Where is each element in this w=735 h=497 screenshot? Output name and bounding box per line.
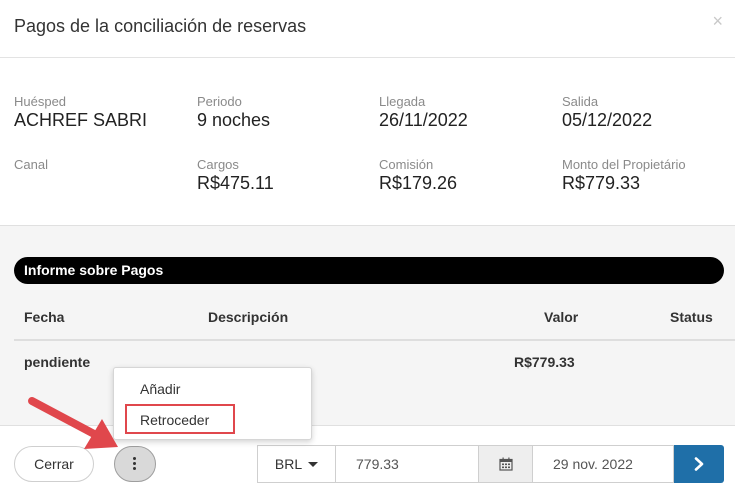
arrival-label: Llegada [379, 94, 426, 109]
currency-value: BRL [274, 456, 303, 472]
annotation-arrow-icon [28, 397, 118, 449]
caret-down-icon [308, 461, 319, 467]
calendar-button[interactable] [479, 446, 533, 482]
menu-item-anadir[interactable]: Añadir [140, 381, 180, 397]
date-input[interactable] [533, 446, 673, 482]
col-header-fecha: Fecha [24, 309, 65, 325]
col-header-status: Status [670, 309, 713, 325]
row-valor: R$779.33 [514, 354, 575, 370]
arrival-field: Llegada 26/11/2022 [379, 94, 468, 131]
chevron-right-icon [694, 457, 704, 471]
submit-next-button[interactable] [674, 445, 724, 483]
table-header-divider [14, 339, 735, 341]
channel-field: Canal [14, 157, 48, 172]
row-fecha: pendiente [24, 354, 91, 370]
commission-field: Comisión R$179.26 [379, 157, 457, 194]
channel-label: Canal [14, 157, 48, 172]
calendar-icon [498, 457, 513, 471]
modal-header: Pagos de la conciliación de reservas × [0, 0, 735, 58]
close-icon[interactable]: × [712, 11, 723, 32]
departure-value: 05/12/2022 [562, 110, 653, 130]
owner-amount-value: R$779.33 [562, 173, 641, 193]
reservation-info: Huésped ACHREF SABRI Periodo 9 noches Ll… [0, 58, 735, 225]
col-header-valor: Valor [544, 309, 579, 325]
payment-controls: BRL [257, 445, 674, 483]
guest-field: Huésped ACHREF SABRI [14, 94, 147, 131]
departure-field: Salida 05/12/2022 [562, 94, 652, 131]
payments-report-title: Informe sobre Pagos [24, 262, 164, 278]
col-header-descripcion: Descripción [208, 309, 289, 325]
charges-value: R$475.11 [197, 173, 274, 193]
commission-label: Comisión [379, 157, 434, 172]
charges-label: Cargos [197, 157, 239, 172]
arrival-value: 26/11/2022 [379, 110, 468, 130]
dots-vertical-icon [133, 457, 137, 471]
commission-value: R$179.26 [379, 173, 458, 193]
actions-menu: Añadir Retroceder [113, 367, 312, 440]
guest-value: ACHREF SABRI [14, 110, 148, 130]
period-value: 9 noches [197, 110, 271, 130]
currency-select[interactable]: BRL [258, 446, 336, 482]
menu-item-retroceder[interactable]: Retroceder [140, 412, 209, 428]
owner-amount-label: Monto del Propietário [562, 157, 686, 172]
amount-input[interactable] [336, 446, 479, 482]
charges-field: Cargos R$475.11 [197, 157, 274, 194]
period-field: Periodo 9 noches [197, 94, 270, 131]
guest-label: Huésped [14, 94, 67, 109]
modal-title: Pagos de la conciliación de reservas [14, 16, 307, 36]
period-label: Periodo [197, 94, 242, 109]
owner-amount-field: Monto del Propietário R$779.33 [562, 157, 686, 194]
departure-label: Salida [562, 94, 599, 109]
payments-report-header: Informe sobre Pagos [14, 257, 724, 284]
